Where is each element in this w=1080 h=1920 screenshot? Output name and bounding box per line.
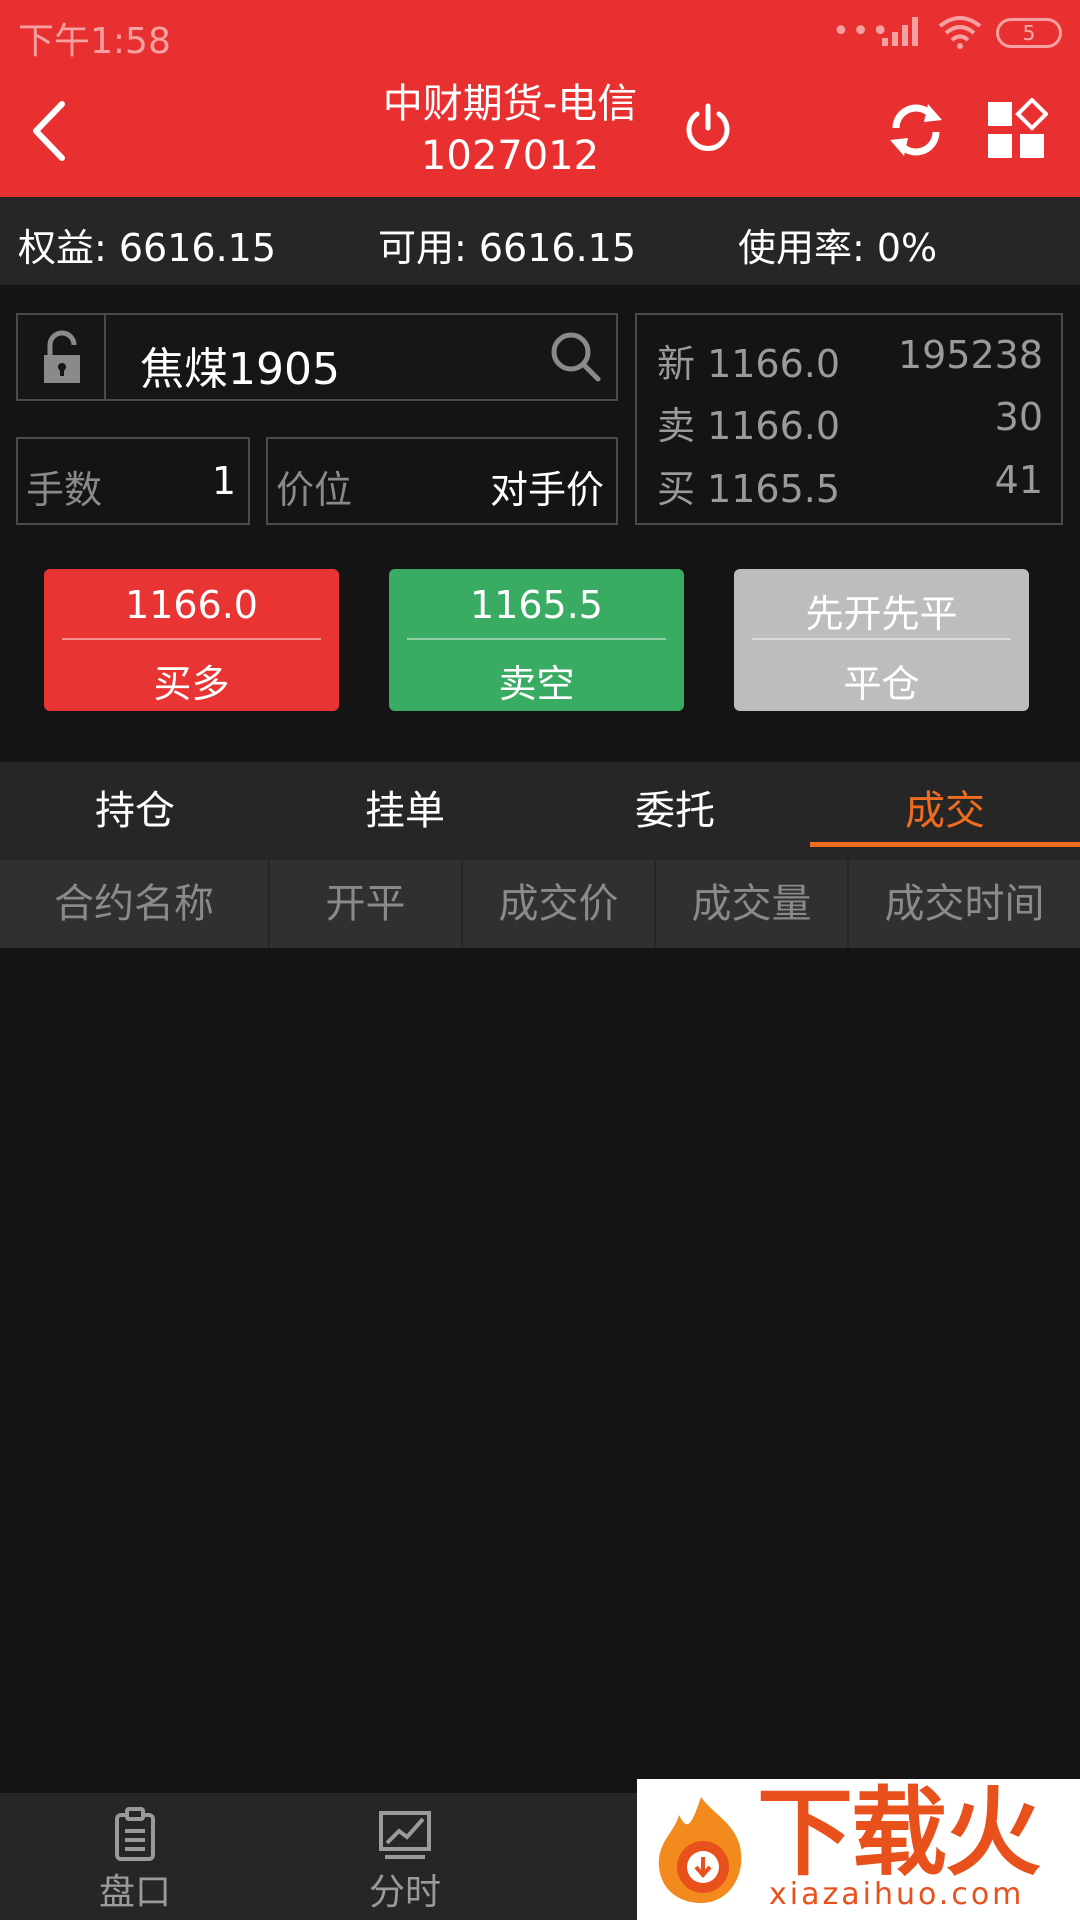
quantity-value: 1 [211, 459, 236, 503]
buy-price: 1166.0 [125, 583, 258, 627]
symbol-name: 焦煤1905 [140, 344, 340, 395]
nav-item-intraday[interactable]: 分时 [270, 1793, 540, 1920]
quote-bid-volume: 41 [994, 458, 1043, 502]
quantity-field[interactable]: 手数 1 [16, 437, 250, 525]
wifi-icon [938, 16, 982, 49]
status-time: 下午1:58 [18, 21, 171, 62]
quantity-label: 手数 [26, 468, 103, 512]
apps-icon[interactable] [984, 98, 1048, 162]
close-position-button[interactable]: 先开先平 平仓 [734, 569, 1029, 711]
available-text: 可用: 6616.15 [378, 226, 637, 270]
unlock-icon [44, 330, 80, 383]
page-title: 中财期货-电信1027012 [382, 81, 638, 179]
sell-price: 1165.5 [470, 583, 603, 627]
price-label: 价位 [276, 468, 353, 512]
quote-bid-price: 买 1165.5 [657, 467, 841, 511]
app-header: 下午1:58 ••• 5 中财期货-电信1027012 [0, 0, 1080, 197]
trades-table-body [0, 948, 1080, 1793]
watermark-url: xiazaihuo.com [769, 1877, 1025, 1912]
sell-label: 卖空 [498, 662, 575, 706]
equity-text: 权益: 6616.15 [18, 226, 277, 270]
column-open-close: 开平 [270, 860, 463, 948]
symbol-search-field[interactable]: 焦煤1905 [16, 313, 618, 401]
watermark-logo: 下载火 xiazaihuo.com [637, 1779, 1080, 1920]
flame-logo-icon [658, 1797, 742, 1903]
divider [62, 638, 321, 640]
refresh-icon[interactable] [884, 98, 948, 162]
quote-row-last: 新 1166.0 195238 [657, 333, 1043, 386]
price-value: 对手价 [489, 468, 604, 512]
column-trade-time: 成交时间 [884, 881, 1045, 927]
buy-long-button[interactable]: 1166.0 买多 [44, 569, 339, 711]
signal-icon [882, 17, 918, 46]
close-label: 平仓 [843, 662, 920, 706]
column-contract-name: 合约名称 [0, 860, 270, 948]
price-type-field[interactable]: 价位 对手价 [266, 437, 618, 525]
clipboard-icon [115, 1807, 155, 1861]
nav-item-orderbook[interactable]: 盘口 [0, 1793, 270, 1920]
quote-panel: 新 1166.0 195238 卖 1166.0 30 买 1165.5 41 [635, 313, 1063, 525]
quote-ask-price: 卖 1166.0 [657, 404, 841, 448]
chart-icon [379, 1811, 431, 1859]
status-bar: 下午1:58 ••• 5 [0, 0, 1080, 64]
trades-table-header: 合约名称 开平 成交价 成交量 成交时间 [0, 860, 1080, 948]
power-icon[interactable] [680, 100, 736, 156]
quote-row-bid: 买 1165.5 41 [657, 458, 1043, 511]
quote-row-ask: 卖 1166.0 30 [657, 395, 1043, 448]
column-trade-volume: 成交量 [656, 860, 849, 948]
battery-icon: 5 [996, 18, 1062, 48]
account-summary: 权益: 6616.15 可用: 6616.15 使用率: 0% [0, 197, 1080, 285]
divider [752, 638, 1011, 640]
nav-label-intraday: 分时 [368, 1872, 441, 1913]
usage-text: 使用率: 0% [738, 226, 938, 270]
column-trade-price: 成交价 [463, 860, 656, 948]
quote-last-volume: 195238 [897, 333, 1043, 377]
tab-positions[interactable]: 持仓 [0, 762, 270, 860]
tab-pending-orders[interactable]: 挂单 [270, 762, 540, 860]
search-icon[interactable] [548, 329, 602, 383]
close-mode: 先开先平 [805, 592, 958, 636]
tab-orders[interactable]: 委托 [540, 762, 810, 860]
quote-ask-volume: 30 [994, 395, 1043, 439]
sell-short-button[interactable]: 1165.5 卖空 [389, 569, 684, 711]
watermark-text: 下载火 [757, 1777, 1041, 1889]
divider [407, 638, 666, 640]
lock-button[interactable] [18, 315, 106, 399]
back-icon[interactable] [20, 96, 80, 166]
buy-label: 买多 [153, 662, 230, 706]
nav-label-orderbook: 盘口 [98, 1872, 171, 1913]
active-tab-indicator [810, 842, 1080, 847]
quote-last-price: 新 1166.0 [657, 342, 841, 386]
